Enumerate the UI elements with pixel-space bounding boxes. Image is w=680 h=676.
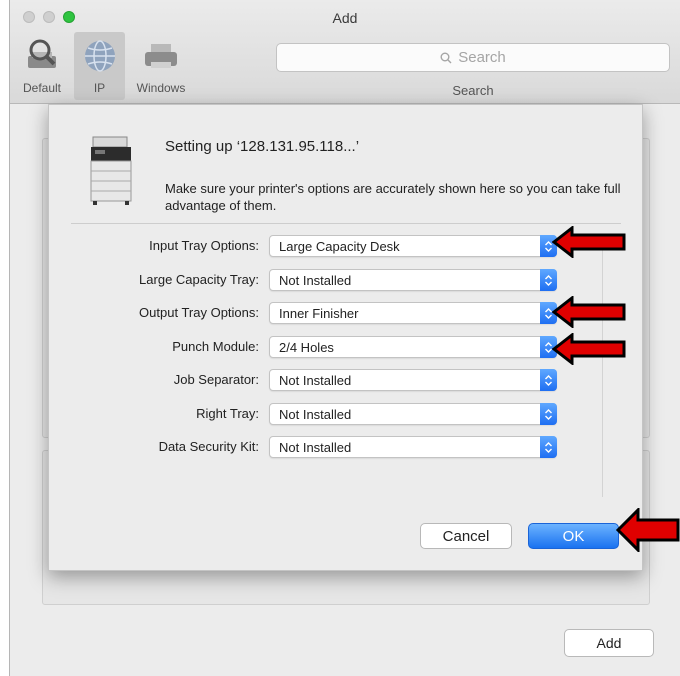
option-label: Output Tray Options: (139, 305, 259, 320)
window-title: Add (332, 10, 358, 26)
toolbar-windows-tab[interactable]: Windows (127, 32, 195, 100)
search-field[interactable]: Search (276, 43, 670, 72)
option-row-output-tray: Output Tray Options: Inner Finisher (49, 302, 569, 324)
popup-chevron-icon (540, 269, 557, 291)
output-tray-select[interactable]: Inner Finisher (269, 302, 557, 324)
option-value: Not Installed (279, 273, 352, 288)
option-label: Input Tray Options: (149, 238, 259, 253)
divider (71, 223, 621, 224)
option-row-input-tray: Input Tray Options: Large Capacity Desk (49, 235, 569, 257)
option-value: Not Installed (279, 440, 352, 455)
right-tray-select[interactable]: Not Installed (269, 403, 557, 425)
toolbar-ip-tab[interactable]: IP (74, 32, 125, 100)
sheet-description: Make sure your printer's options are acc… (165, 181, 621, 213)
input-tray-select[interactable]: Large Capacity Desk (269, 235, 557, 257)
toolbar-ip-label: IP (93, 81, 106, 95)
search-placeholder: Search (458, 49, 506, 66)
ok-button[interactable]: OK (528, 523, 619, 549)
option-row-large-capacity-tray: Large Capacity Tray: Not Installed (49, 269, 569, 291)
option-value: Not Installed (279, 373, 352, 388)
options-scrollbar[interactable] (602, 241, 603, 497)
option-row-punch-module: Punch Module: 2/4 Holes (49, 336, 569, 358)
windows-printer-icon (145, 44, 177, 68)
toolbar-windows-label: Windows (136, 81, 186, 95)
annotation-arrow-icon (616, 508, 680, 552)
popup-chevron-icon (540, 403, 557, 425)
popup-chevron-icon (540, 436, 557, 458)
job-separator-select[interactable]: Not Installed (269, 369, 557, 391)
punch-module-select[interactable]: 2/4 Holes (269, 336, 557, 358)
annotation-arrow-icon (552, 226, 626, 258)
toolbar-default-label: Default (22, 81, 62, 95)
annotation-arrow-icon (552, 296, 626, 328)
option-value: Inner Finisher (279, 306, 359, 321)
globe-icon (84, 40, 115, 72)
add-button[interactable]: Add (564, 629, 654, 657)
search-icon (440, 52, 452, 63)
option-label: Job Separator: (173, 372, 259, 387)
default-printer-icon (28, 39, 56, 68)
option-label: Right Tray: (196, 406, 259, 421)
annotation-arrow-icon (552, 333, 626, 365)
title-bar: Add Default IP Windows Search Search (10, 0, 680, 104)
option-label: Data Security Kit: (158, 439, 259, 454)
popup-chevron-icon (540, 369, 557, 391)
option-label: Large Capacity Tray: (139, 272, 259, 287)
search-label: Search (452, 83, 494, 98)
option-row-data-security-kit: Data Security Kit: Not Installed (49, 436, 569, 458)
cancel-button[interactable]: Cancel (420, 523, 512, 549)
toolbar-default-tab[interactable]: Default (10, 32, 74, 100)
option-row-job-separator: Job Separator: Not Installed (49, 369, 569, 391)
option-value: Not Installed (279, 407, 352, 422)
large-capacity-tray-select[interactable]: Not Installed (269, 269, 557, 291)
printer-icon (90, 136, 132, 205)
sheet-title: Setting up ‘128.131.95.118...’ (165, 138, 360, 155)
option-value: Large Capacity Desk (279, 239, 400, 254)
option-label: Punch Module: (172, 339, 259, 354)
option-value: 2/4 Holes (279, 340, 334, 355)
data-security-kit-select[interactable]: Not Installed (269, 436, 557, 458)
option-row-right-tray: Right Tray: Not Installed (49, 403, 569, 425)
